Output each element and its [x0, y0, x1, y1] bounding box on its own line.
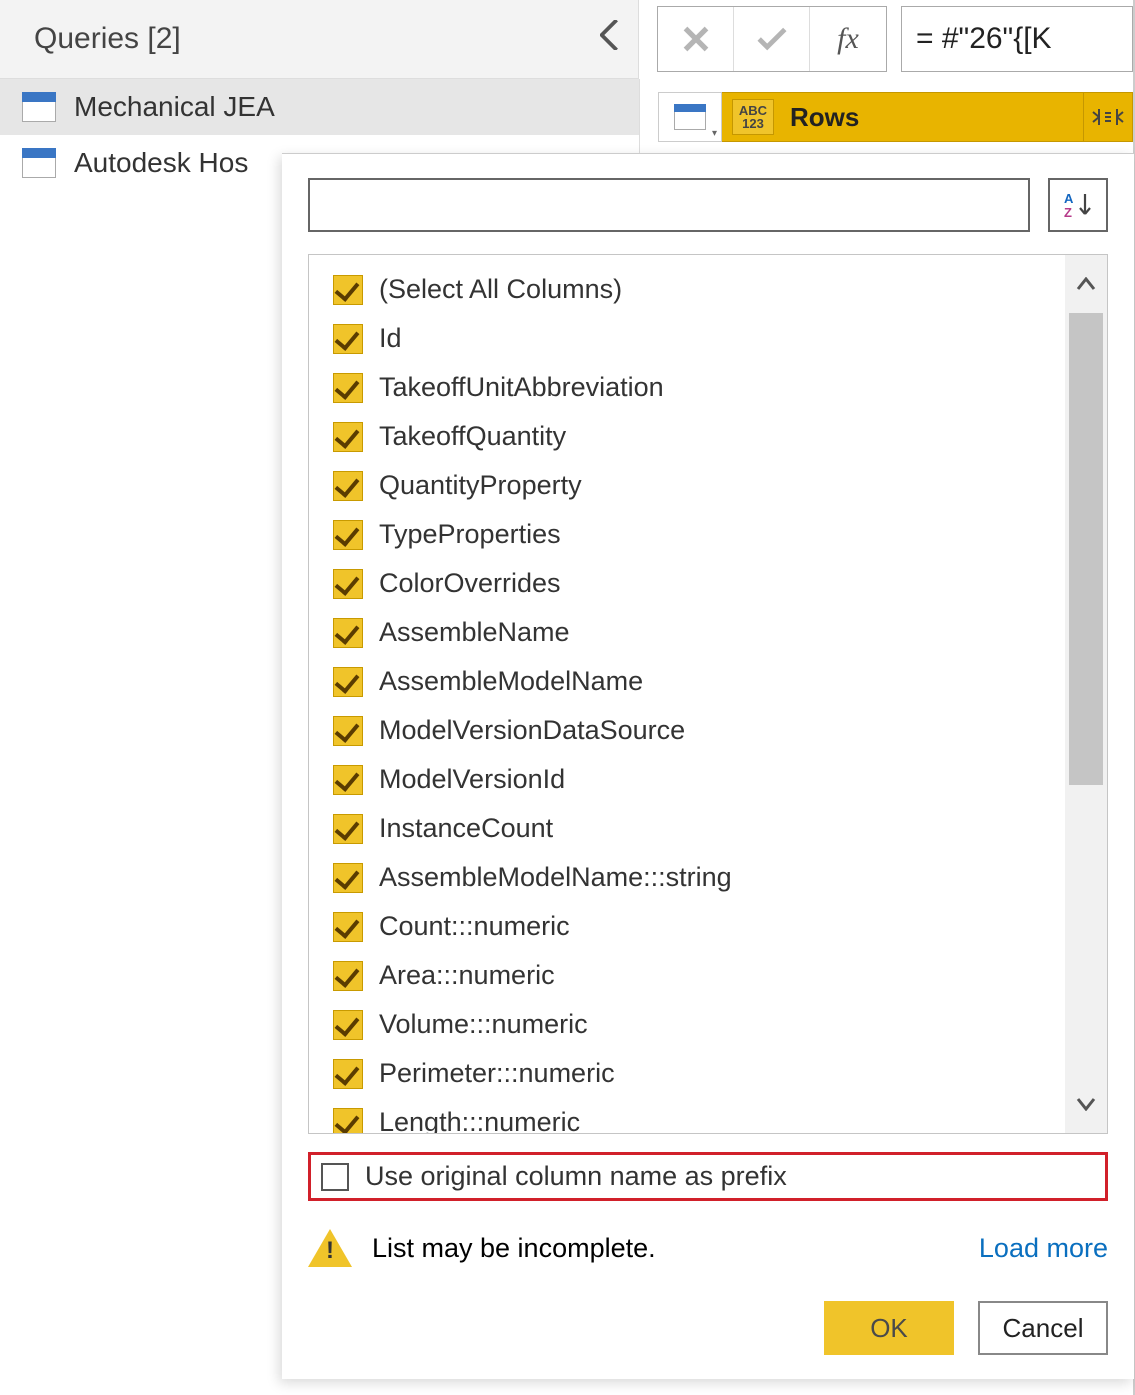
query-item-label: Autodesk Hos: [74, 147, 248, 179]
table-icon: [22, 92, 56, 122]
scroll-down-icon[interactable]: [1065, 1075, 1107, 1133]
column-checkbox[interactable]: [333, 961, 363, 991]
column-option-label: ModelVersionDataSource: [379, 715, 685, 746]
column-option-label: InstanceCount: [379, 813, 553, 844]
svg-text:A: A: [1064, 191, 1074, 206]
column-checkbox[interactable]: [333, 1108, 363, 1134]
column-option-label: TakeoffQuantity: [379, 421, 566, 452]
column-option-label: TypeProperties: [379, 519, 561, 550]
column-option[interactable]: Count:::numeric: [333, 902, 1065, 951]
column-option-label: (Select All Columns): [379, 274, 622, 305]
column-list-scrollbar[interactable]: [1065, 255, 1107, 1133]
column-option[interactable]: ModelVersionId: [333, 755, 1065, 804]
column-option[interactable]: Area:::numeric: [333, 951, 1065, 1000]
column-option[interactable]: TakeoffUnitAbbreviation: [333, 363, 1065, 412]
column-option[interactable]: TakeoffQuantity: [333, 412, 1065, 461]
column-checkbox[interactable]: [333, 373, 363, 403]
cancel-button[interactable]: Cancel: [978, 1301, 1108, 1355]
column-option[interactable]: Volume:::numeric: [333, 1000, 1065, 1049]
ok-button[interactable]: OK: [824, 1301, 954, 1355]
fx-icon: fx: [837, 22, 859, 56]
column-option-label: ColorOverrides: [379, 568, 561, 599]
sort-columns-button[interactable]: A Z: [1048, 178, 1108, 232]
column-option[interactable]: (Select All Columns): [333, 265, 1065, 314]
column-option-label: Id: [379, 323, 402, 354]
column-checkbox[interactable]: [333, 422, 363, 452]
formula-toolbar-group: fx: [657, 6, 887, 72]
column-checkbox[interactable]: [333, 520, 363, 550]
column-option-label: QuantityProperty: [379, 470, 582, 501]
column-checkbox[interactable]: [333, 618, 363, 648]
column-option-label: ModelVersionId: [379, 764, 565, 795]
column-checkbox[interactable]: [333, 814, 363, 844]
column-checkbox[interactable]: [333, 667, 363, 697]
formula-text: = #"26"{[K: [916, 22, 1052, 56]
prefix-label: Use original column name as prefix: [365, 1161, 787, 1192]
column-checkbox[interactable]: [333, 863, 363, 893]
column-header-label: Rows: [790, 102, 859, 133]
dialog-buttons: OK Cancel: [282, 1301, 1108, 1355]
load-more-link[interactable]: Load more: [979, 1233, 1108, 1264]
column-checkbox[interactable]: [333, 716, 363, 746]
accept-formula-button[interactable]: [734, 7, 810, 71]
column-option-label: Length:::numeric: [379, 1107, 580, 1133]
table-icon: [22, 148, 56, 178]
expand-columns-dropdown: A Z (Select All Columns) Id TakeoffUnitAbb…: [282, 153, 1134, 1379]
column-option-label: Count:::numeric: [379, 911, 570, 942]
column-option[interactable]: ColorOverrides: [333, 559, 1065, 608]
column-checkbox[interactable]: [333, 912, 363, 942]
column-option-label: AssembleModelName: [379, 666, 643, 697]
column-option[interactable]: Id: [333, 314, 1065, 363]
column-checkbox[interactable]: [333, 1059, 363, 1089]
column-option[interactable]: AssembleName: [333, 608, 1065, 657]
incomplete-warning-row: List may be incomplete. Load more: [308, 1229, 1108, 1267]
scroll-up-icon[interactable]: [1065, 255, 1107, 313]
column-option[interactable]: Length:::numeric: [333, 1098, 1065, 1133]
column-header-rows[interactable]: ABC 123 Rows: [722, 92, 1083, 142]
column-option[interactable]: TypeProperties: [333, 510, 1065, 559]
collapse-queries-icon[interactable]: [600, 20, 622, 58]
column-checkbox[interactable]: [333, 275, 363, 305]
column-option[interactable]: InstanceCount: [333, 804, 1065, 853]
cancel-formula-button[interactable]: [658, 7, 734, 71]
column-option-label: AssembleName: [379, 617, 570, 648]
column-checkbox[interactable]: [333, 765, 363, 795]
column-checkbox[interactable]: [333, 471, 363, 501]
column-option-label: Area:::numeric: [379, 960, 555, 991]
column-list: (Select All Columns) Id TakeoffUnitAbbrevi…: [309, 255, 1065, 1133]
column-option[interactable]: QuantityProperty: [333, 461, 1065, 510]
column-search-input[interactable]: [308, 178, 1030, 232]
column-type-badge: ABC 123: [732, 99, 774, 135]
scrollbar-thumb[interactable]: [1069, 313, 1103, 785]
column-option-label: Volume:::numeric: [379, 1009, 588, 1040]
column-option-label: AssembleModelName:::string: [379, 862, 732, 893]
column-option[interactable]: ModelVersionDataSource: [333, 706, 1065, 755]
column-checkbox[interactable]: [333, 324, 363, 354]
query-item-label: Mechanical JEA: [74, 91, 275, 123]
column-list-container: (Select All Columns) Id TakeoffUnitAbbrevi…: [308, 254, 1108, 1134]
query-item-mechanical-jea[interactable]: Mechanical JEA: [0, 79, 639, 135]
warning-icon: [308, 1229, 352, 1267]
table-column-header-strip: ▾ ABC 123 Rows: [658, 92, 1133, 142]
table-icon: [674, 104, 706, 130]
queries-panel-header: Queries [2]: [0, 0, 639, 79]
queries-panel-title: Queries [2]: [34, 22, 181, 56]
formula-toolbar: fx = #"26"{[K: [639, 0, 1133, 78]
column-option[interactable]: AssembleModelName: [333, 657, 1065, 706]
column-checkbox[interactable]: [333, 1010, 363, 1040]
prefix-checkbox[interactable]: [321, 1163, 349, 1191]
column-checkbox[interactable]: [333, 569, 363, 599]
use-original-prefix-option[interactable]: Use original column name as prefix: [308, 1152, 1108, 1201]
column-option[interactable]: AssembleModelName:::string: [333, 853, 1065, 902]
column-option-label: Perimeter:::numeric: [379, 1058, 615, 1089]
table-select-button[interactable]: ▾: [658, 92, 722, 142]
fx-button[interactable]: fx: [810, 7, 886, 71]
column-option-label: TakeoffUnitAbbreviation: [379, 372, 664, 403]
formula-input[interactable]: = #"26"{[K: [901, 6, 1133, 72]
expand-column-button[interactable]: [1083, 92, 1133, 142]
warning-text: List may be incomplete.: [372, 1233, 656, 1264]
column-option[interactable]: Perimeter:::numeric: [333, 1049, 1065, 1098]
chevron-down-icon: ▾: [712, 128, 717, 139]
svg-text:Z: Z: [1064, 205, 1072, 220]
